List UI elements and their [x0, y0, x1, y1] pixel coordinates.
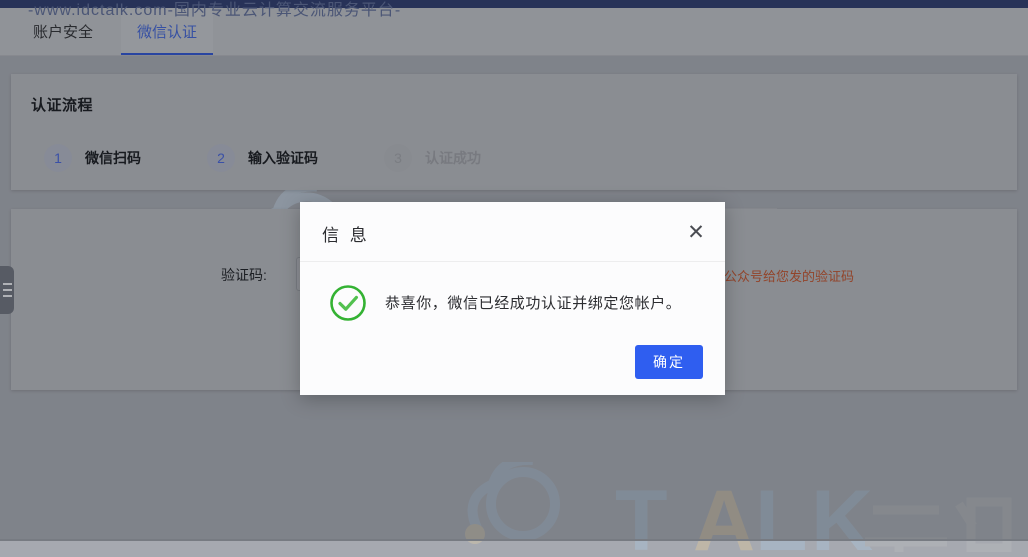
- success-check-icon: [329, 284, 367, 322]
- modal-body: 恭喜你，微信已经成功认证并绑定您帐户。: [300, 262, 725, 334]
- modal-header: 信 息 ✕: [300, 202, 725, 262]
- modal-title: 信 息: [322, 226, 370, 245]
- modal-footer: 确定: [300, 334, 725, 395]
- info-modal: 信 息 ✕ 恭喜你，微信已经成功认证并绑定您帐户。 确定: [300, 202, 725, 395]
- close-icon[interactable]: ✕: [683, 220, 709, 246]
- modal-message: 恭喜你，微信已经成功认证并绑定您帐户。: [385, 295, 682, 312]
- confirm-button[interactable]: 确定: [635, 345, 703, 379]
